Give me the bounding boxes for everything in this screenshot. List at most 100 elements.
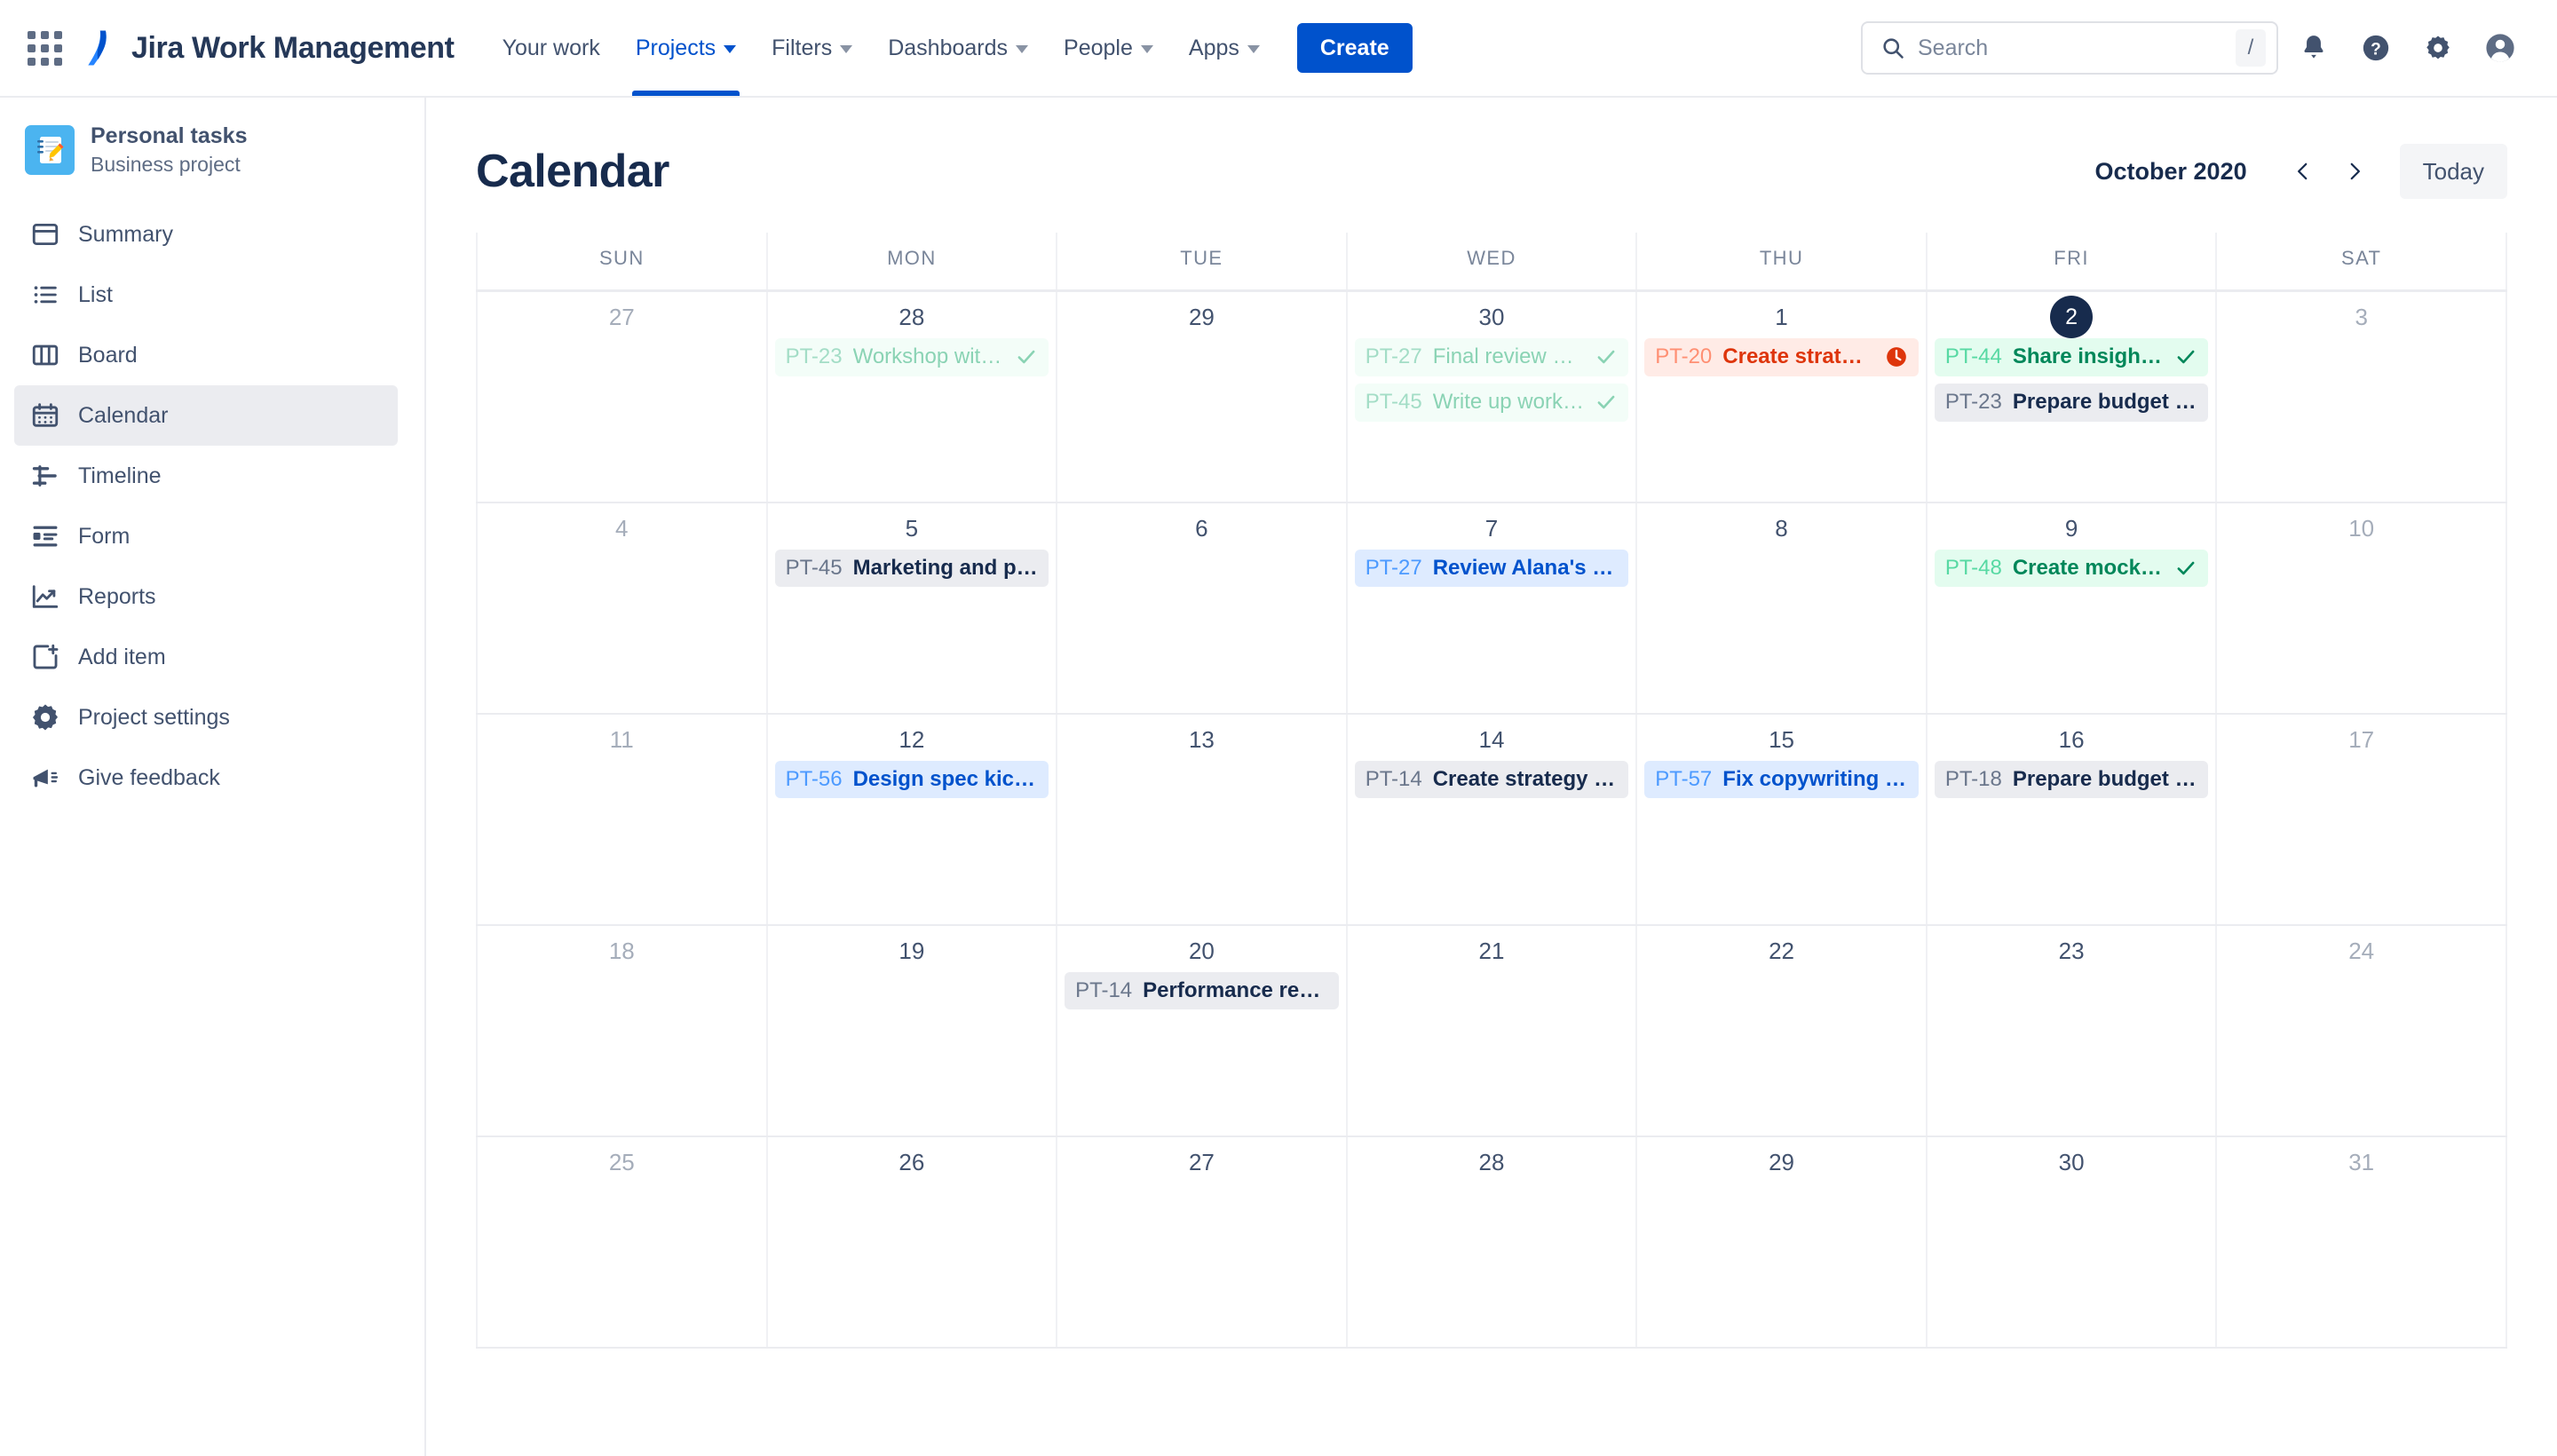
day-number: 27 [1188, 1148, 1215, 1175]
calendar-day-cell[interactable]: 16 PT-18 Prepare budget FY21 [1926, 713, 2218, 926]
calendar-day-cell[interactable]: 7 PT-27 Review Alana's work [1346, 502, 1638, 715]
today-button[interactable]: Today [2399, 144, 2507, 199]
calendar-day-cell[interactable]: 21 [1346, 924, 1638, 1137]
calendar-event-chip[interactable]: PT-27 Review Alana's work [1354, 549, 1629, 588]
calendar-event-chip[interactable]: PT-23 Prepare budget from [1934, 383, 2209, 422]
brand-title: Jira Work Management [131, 30, 455, 65]
search-input[interactable] [1918, 35, 2236, 61]
calendar-day-cell[interactable]: 12 PT-56 Design spec kick-off [766, 713, 1058, 926]
calendar-event-chip[interactable]: PT-56 Design spec kick-off [774, 760, 1049, 799]
sidebar-item-label: Add item [78, 644, 166, 669]
brand-home-link[interactable]: Jira Work Management [83, 28, 455, 67]
calendar-day-cell[interactable]: 26 [766, 1136, 1058, 1349]
calendar-day-cell[interactable]: 20 PT-14 Performance review [1057, 924, 1348, 1137]
project-name: Personal tasks [91, 123, 248, 148]
calendar-day-cell[interactable]: 5 PT-45 Marketing and promo [766, 502, 1058, 715]
calendar-event-chip[interactable]: PT-27 Final review w/... [1354, 338, 1629, 376]
nav-item-filters[interactable]: Filters [754, 0, 870, 96]
sidebar-item-reports[interactable]: Reports [14, 566, 398, 627]
sidebar-item-summary[interactable]: Summary [14, 204, 398, 265]
calendar-day-cell[interactable]: 14 PT-14 Create strategy den.. [1346, 713, 1638, 926]
project-header[interactable]: Personal tasks Business project [0, 98, 403, 197]
nav-item-dashboards[interactable]: Dashboards [870, 0, 1046, 96]
calendar-event-chip[interactable]: PT-18 Prepare budget FY21 [1934, 760, 2209, 799]
day-number-wrap: 11 [478, 715, 766, 761]
calendar-day-cell[interactable]: 17 [2216, 713, 2507, 926]
check-icon [1597, 351, 1615, 364]
event-issue-key: PT-56 [785, 766, 843, 791]
day-number-wrap: 17 [2217, 715, 2506, 761]
sidebar-item-form[interactable]: Form [14, 506, 398, 566]
calendar-day-cell[interactable]: 27 [1057, 1136, 1348, 1349]
calendar-day-cell[interactable]: 15 PT-57 Fix copywriting misp [1636, 713, 1928, 926]
calendar-day-cell[interactable]: 27 [476, 290, 768, 503]
calendar-day-cell[interactable]: 25 [476, 1136, 768, 1349]
sidebar-item-add-item[interactable]: Add item [14, 627, 398, 687]
calendar-day-cell[interactable]: 31 [2216, 1136, 2507, 1349]
calendar-day-cell[interactable]: 30 PT-27 Final review w/... PT-45 Write up w… [1346, 290, 1638, 503]
calendar-day-cell[interactable]: 8 [1636, 502, 1928, 715]
nav-item-your-work[interactable]: Your work [485, 0, 618, 96]
sidebar-item-give-feedback[interactable]: Give feedback [14, 748, 398, 808]
calendar-event-chip[interactable]: PT-48 Create mockup.. [1934, 549, 2209, 588]
notifications-button[interactable] [2287, 21, 2340, 75]
calendar-day-cell[interactable]: 18 [476, 924, 768, 1137]
create-button[interactable]: Create [1296, 23, 1413, 73]
notepad-pencil-icon [37, 137, 64, 163]
nav-item-projects[interactable]: Projects [618, 0, 754, 96]
sidebar-item-list[interactable]: List [14, 265, 398, 325]
check-icon [1597, 395, 1615, 409]
calendar-day-cell[interactable]: 29 [1636, 1136, 1928, 1349]
calendar-day-cell[interactable]: 6 [1057, 502, 1348, 715]
calendar-day-cell[interactable]: 24 [2216, 924, 2507, 1137]
settings-gear-icon [32, 704, 59, 731]
calendar-event-chip[interactable]: PT-14 Create strategy den.. [1354, 760, 1629, 799]
sidebar-item-label: Form [78, 523, 131, 549]
search-box[interactable]: / [1861, 21, 2278, 75]
sidebar-item-project-settings[interactable]: Project settings [14, 687, 398, 748]
next-month-button[interactable] [2329, 146, 2380, 197]
day-number-wrap: 1 [1637, 292, 1926, 338]
calendar-event-chip[interactable]: PT-14 Performance review [1065, 971, 1339, 1010]
event-issue-key: PT-48 [1944, 555, 2002, 580]
calendar-day-cell[interactable]: 19 [766, 924, 1058, 1137]
event-summary: Review Alana's work [1432, 555, 1619, 580]
calendar-day-cell[interactable]: 23 [1926, 924, 2218, 1137]
calendar-event-chip[interactable]: PT-45 Marketing and promo [774, 549, 1049, 588]
day-number-wrap: 9 [1928, 503, 2216, 550]
calendar-day-cell[interactable]: 22 [1636, 924, 1928, 1137]
calendar-event-chip[interactable]: PT-20 Create strategy.. [1644, 338, 1919, 376]
calendar-week-row: 11 12 PT-56 Design spec kick-off 13 14 PT-14 Cr… [476, 713, 2507, 926]
calendar-day-cell[interactable]: 3 [2216, 290, 2507, 503]
calendar-day-cell[interactable]: 1 PT-20 Create strategy.. [1636, 290, 1928, 503]
calendar-day-cell[interactable]: 30 [1926, 1136, 2218, 1349]
day-number-wrap: 4 [478, 503, 766, 550]
calendar-day-cell[interactable]: 4 [476, 502, 768, 715]
calendar-day-cell[interactable]: 29 [1057, 290, 1348, 503]
calendar-day-cell[interactable]: 9 PT-48 Create mockup.. [1926, 502, 2218, 715]
calendar-event-chip[interactable]: PT-57 Fix copywriting misp [1644, 760, 1919, 799]
calendar-day-cell[interactable]: 13 [1057, 713, 1348, 926]
day-number-wrap: 21 [1348, 926, 1636, 972]
sidebar-item-calendar[interactable]: Calendar [14, 385, 398, 446]
day-number: 8 [1775, 514, 1788, 542]
calendar-day-cell[interactable]: 28 PT-23 Workshop with... [766, 290, 1058, 503]
previous-month-button[interactable] [2277, 146, 2329, 197]
user-avatar-button[interactable] [2474, 21, 2527, 75]
calendar-event-chip[interactable]: PT-23 Workshop with... [774, 338, 1049, 376]
calendar-day-cell[interactable]: 10 [2216, 502, 2507, 715]
settings-button[interactable] [2411, 21, 2465, 75]
calendar-day-cell[interactable]: 2 PT-44 Share insights... PT-23 Prepare budg… [1926, 290, 2218, 503]
calendar-day-cell[interactable]: 28 [1346, 1136, 1638, 1349]
sidebar-item-board[interactable]: Board [14, 325, 398, 385]
sidebar-item-timeline[interactable]: Timeline [14, 446, 398, 506]
nav-item-apps[interactable]: Apps [1171, 0, 1278, 96]
app-switcher-button[interactable] [20, 23, 69, 73]
nav-item-people[interactable]: People [1046, 0, 1171, 96]
calendar-day-cell[interactable]: 11 [476, 713, 768, 926]
calendar-event-chip[interactable]: PT-44 Share insights... [1934, 338, 2209, 376]
calendar-event-chip[interactable]: PT-45 Write up works... [1354, 383, 1629, 422]
day-number-wrap: 12 [768, 715, 1057, 761]
day-number: 5 [905, 514, 919, 542]
help-button[interactable]: ? [2349, 21, 2403, 75]
